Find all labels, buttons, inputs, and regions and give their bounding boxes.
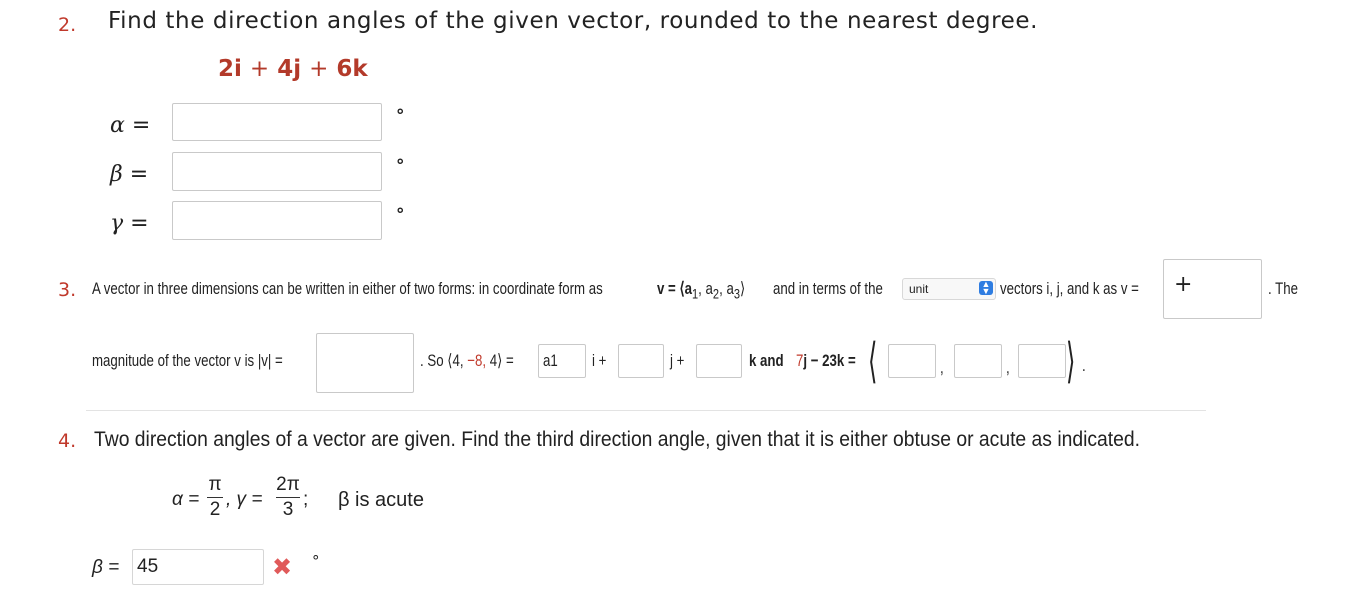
q3-line1-text: A vector in three dimensions can be writ… xyxy=(92,279,603,298)
section-divider xyxy=(86,410,1206,411)
beta-label: β = xyxy=(110,162,149,187)
k-and-label: k and xyxy=(749,351,784,370)
plus-sign: + xyxy=(309,56,329,82)
select-value: unit xyxy=(909,282,929,296)
beta-answer-label: β = xyxy=(92,557,120,578)
answer-value: 45 xyxy=(137,556,159,577)
vector-term-i: 2i xyxy=(218,56,242,82)
condition-text: β is acute xyxy=(338,489,424,511)
plus-sign: + xyxy=(1174,272,1193,297)
a3-input[interactable] xyxy=(696,344,742,378)
a2-input[interactable] xyxy=(618,344,664,378)
point-vector: . So ⟨4, −8, 4⟩ = xyxy=(420,351,514,370)
q3-line1-c: vectors i, j, and k as v = xyxy=(1000,279,1139,298)
vector-term-k: 6k xyxy=(336,56,368,82)
component-2-input[interactable] xyxy=(954,344,1002,378)
a1-input[interactable]: a1 xyxy=(538,344,586,378)
comma: , xyxy=(1006,358,1010,377)
right-angle-bracket: ⟩ xyxy=(1066,333,1076,389)
alpha-label: α = xyxy=(110,113,151,138)
alpha-input[interactable] xyxy=(172,103,382,141)
beta-answer-input[interactable]: 45 xyxy=(132,549,264,585)
unit-select[interactable]: unit ▲ ▼ xyxy=(902,278,996,300)
plus-sign: + xyxy=(249,56,270,82)
q3-line2-text: magnitude of the vector v is |v| = xyxy=(92,351,283,370)
q3-line1-end: . The xyxy=(1268,279,1298,298)
degree-symbol: ° xyxy=(396,156,405,176)
gamma-input[interactable] xyxy=(172,201,382,240)
period: . xyxy=(1082,356,1086,375)
gamma-label: γ = xyxy=(110,211,149,236)
semicolon: ; xyxy=(303,489,309,510)
degree-symbol: ° xyxy=(312,552,320,570)
second-vector: 7j − 23k = xyxy=(796,351,856,370)
q2-number: 2. xyxy=(58,14,77,36)
gamma-fraction: 2π 3 xyxy=(276,474,300,520)
j-plus-label: j + xyxy=(670,351,685,370)
component-1-input[interactable] xyxy=(888,344,936,378)
q4-number: 4. xyxy=(58,430,77,452)
gamma-given-label: , γ = xyxy=(226,489,263,510)
x-mark-icon: ✖ xyxy=(272,553,293,581)
alpha-given-label: α = xyxy=(172,489,200,510)
degree-symbol: ° xyxy=(396,106,405,126)
comma: , xyxy=(940,358,944,377)
magnitude-input[interactable] xyxy=(316,333,414,393)
degree-symbol: ° xyxy=(396,205,405,225)
left-angle-bracket: ⟨ xyxy=(868,333,878,389)
beta-input[interactable] xyxy=(172,152,382,191)
q3-number: 3. xyxy=(58,279,77,301)
q2-prompt: Find the direction angles of the given v… xyxy=(108,8,1039,34)
q3-line1-mid: and in terms of the xyxy=(773,279,883,298)
component-form-input[interactable]: + xyxy=(1163,259,1262,319)
alpha-fraction: π2 xyxy=(207,474,223,520)
i-plus-label: i + xyxy=(592,351,607,370)
coordinate-form: v = ⟨a1, a2, a3⟩ xyxy=(657,279,746,303)
q4-prompt: Two direction angles of a vector are giv… xyxy=(94,428,1141,451)
vector-term-j: 4j xyxy=(277,56,302,82)
component-3-input[interactable] xyxy=(1018,344,1066,378)
chevron-updown-icon: ▲ ▼ xyxy=(979,280,993,296)
q2-vector: 2i + 4j + 6k xyxy=(218,56,368,82)
